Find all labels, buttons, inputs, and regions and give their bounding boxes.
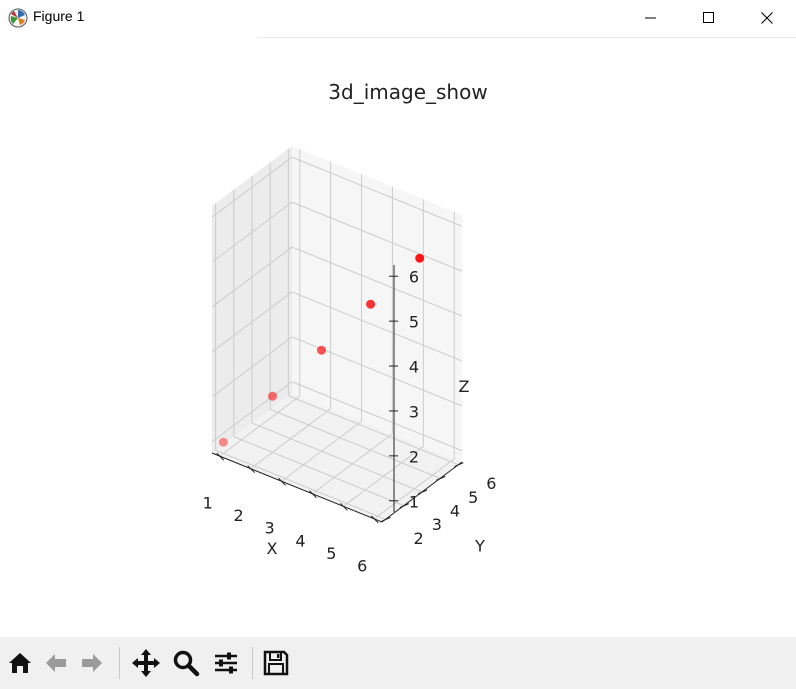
figure-canvas[interactable]: 12345623456123456XYZ: [0, 38, 796, 636]
x-tick-label: 6: [357, 556, 367, 575]
z-tick-label: 6: [409, 268, 419, 287]
home-icon: [6, 649, 34, 677]
save-button[interactable]: [260, 647, 292, 679]
z-tick-label: 1: [409, 492, 419, 511]
scatter-point: [366, 299, 376, 309]
close-button[interactable]: [738, 0, 796, 36]
scatter-point: [218, 437, 228, 447]
y-tick-label: 5: [468, 488, 478, 507]
zoom-icon: [172, 649, 200, 677]
window-title: Figure 1: [33, 8, 85, 24]
z-tick-label: 2: [409, 447, 419, 466]
z-tick-label: 5: [409, 313, 419, 332]
close-icon: [761, 12, 773, 24]
scatter-point: [268, 391, 277, 401]
pan-icon: [131, 648, 161, 678]
y-axis-label: Y: [474, 537, 485, 556]
y-tick-label: 6: [486, 474, 496, 493]
toolbar-separator: [119, 647, 120, 679]
z-tick-label: 4: [409, 358, 419, 377]
zoom-button[interactable]: [170, 647, 202, 679]
configure-subplots-button[interactable]: [210, 647, 242, 679]
z-axis-label: Z: [459, 377, 470, 396]
forward-button[interactable]: [76, 647, 108, 679]
minimize-icon: [645, 12, 657, 24]
x-tick-label: 1: [203, 494, 213, 513]
chart-title: 3d_image_show: [328, 80, 488, 104]
maximize-button[interactable]: [680, 0, 738, 36]
window-titlebar: Figure 1: [0, 0, 796, 36]
x-tick-label: 5: [326, 544, 336, 563]
configure-subplots-icon: [212, 649, 240, 677]
pan-button[interactable]: [130, 647, 162, 679]
minimize-button[interactable]: [622, 0, 680, 36]
scatter-point: [317, 345, 326, 355]
z-tick-label: 3: [409, 402, 419, 421]
matplotlib-app-icon: [8, 8, 28, 28]
back-icon: [42, 649, 70, 677]
maximize-icon: [703, 12, 715, 24]
forward-icon: [78, 649, 106, 677]
x-axis-label: X: [267, 539, 278, 558]
toolbar-separator: [252, 647, 253, 679]
home-button[interactable]: [4, 647, 36, 679]
back-button[interactable]: [40, 647, 72, 679]
save-icon: [262, 649, 290, 677]
y-tick-label: 2: [414, 529, 424, 548]
x-tick-label: 2: [234, 506, 244, 525]
y-tick-label: 4: [450, 502, 460, 521]
x-tick-label: 4: [295, 531, 305, 550]
scatter-point: [415, 253, 425, 263]
navigation-toolbar: [0, 637, 796, 689]
x-tick-label: 3: [264, 519, 274, 538]
y-tick-label: 3: [432, 515, 442, 534]
3d-axes[interactable]: 12345623456123456X YZ: [0, 38, 796, 636]
